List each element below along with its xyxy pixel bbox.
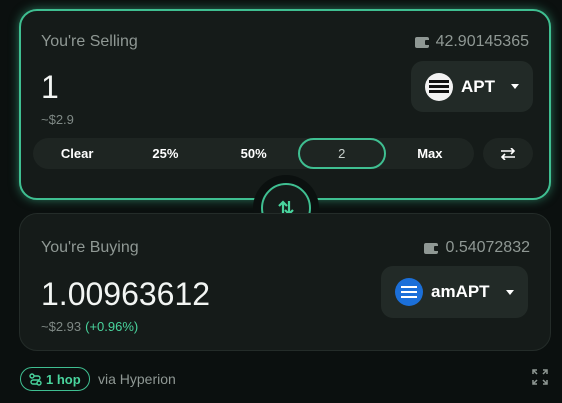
route-hops-badge[interactable]: 1 hop — [20, 367, 90, 391]
buy-panel: You're Buying 0.54072832 1.00963612 ~$2.… — [19, 213, 551, 351]
swap-icon — [500, 147, 516, 160]
price-impact: (+0.96%) — [85, 319, 139, 334]
preset-50-button[interactable]: 50% — [210, 138, 298, 169]
sell-title: You're Selling — [41, 33, 138, 50]
wallet-icon — [424, 242, 440, 254]
sell-token-label: APT — [461, 76, 495, 96]
buy-amount: 1.00963612 — [41, 276, 211, 312]
buy-balance: 0.54072832 — [424, 239, 530, 257]
chevron-down-icon — [505, 289, 514, 295]
buy-balance-value: 0.54072832 — [445, 239, 530, 256]
wallet-icon — [414, 36, 430, 48]
chevron-down-icon — [511, 84, 519, 89]
custom-preset-input[interactable]: 2 — [297, 138, 386, 169]
amapt-token-icon — [395, 278, 423, 306]
buy-title: You're Buying — [41, 239, 139, 256]
sell-balance-value: 42.90145365 — [435, 33, 529, 50]
clear-button[interactable]: Clear — [33, 138, 121, 169]
route-via-label: via Hyperion — [98, 371, 176, 387]
sell-token-selector[interactable]: APT — [411, 61, 533, 112]
sell-usd-value: ~$2.9 — [41, 112, 74, 127]
buy-usd-value: ~$2.93 (+0.96%) — [41, 319, 138, 334]
expand-icon[interactable] — [532, 369, 548, 385]
route-icon — [29, 372, 42, 386]
swap-mode-button[interactable] — [483, 138, 533, 169]
max-button[interactable]: Max — [386, 138, 474, 169]
buy-usd: ~$2.93 — [41, 319, 82, 334]
apt-token-icon — [425, 72, 453, 101]
buy-token-label: amAPT — [431, 282, 490, 301]
route-hops-label: 1 hop — [46, 371, 81, 387]
sell-panel: You're Selling 42.90145365 1 ~$2.9 APT C… — [19, 9, 551, 200]
amount-presets: Clear 25% 50% 2 Max — [33, 138, 474, 169]
sell-amount-input[interactable]: 1 — [41, 69, 59, 106]
sell-balance[interactable]: 42.90145365 — [414, 33, 529, 51]
preset-25-button[interactable]: 25% — [121, 138, 209, 169]
buy-token-selector[interactable]: amAPT — [381, 266, 528, 318]
